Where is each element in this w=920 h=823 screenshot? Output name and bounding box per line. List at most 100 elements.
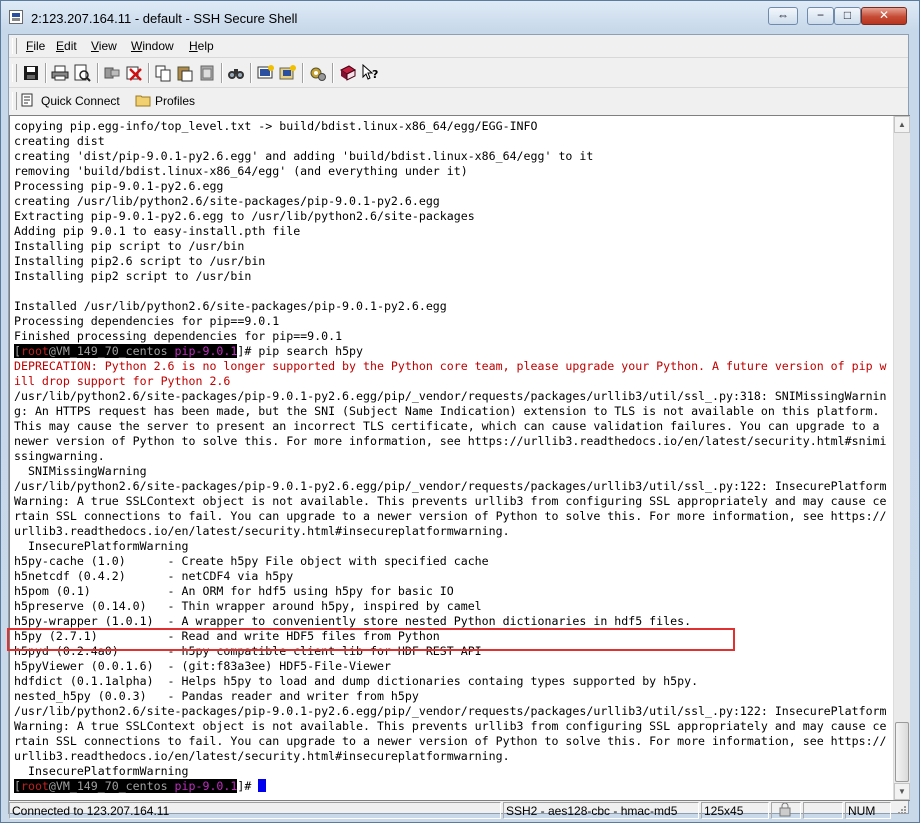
scroll-thumb[interactable]	[895, 722, 909, 782]
status-connection: Connected to 123.207.164.11	[9, 802, 501, 819]
delete-icon[interactable]	[125, 64, 143, 82]
terminal-line: DEPRECATION: Python 2.6 is no longer sup…	[14, 359, 887, 373]
new-file-transfer-icon[interactable]	[279, 64, 297, 82]
toolbar-separator	[97, 63, 99, 83]
status-empty	[803, 802, 843, 819]
menu-grip[interactable]	[12, 38, 17, 54]
status-lock-icon	[771, 802, 801, 819]
terminal-line: SNIMissingWarning	[14, 464, 147, 478]
toolbar-separator	[302, 63, 304, 83]
terminal-line: Warning: A true SSLContext object is not…	[14, 494, 887, 508]
copy-icon[interactable]	[154, 64, 172, 82]
terminal-line: Warning: A true SSLContext object is not…	[14, 719, 887, 733]
terminal-line: Installed /usr/lib/python2.6/site-packag…	[14, 299, 447, 313]
menu-edit-mnemonic: E	[56, 39, 65, 53]
vertical-scrollbar[interactable]: ▲ ▼	[893, 116, 910, 800]
terminal-line: /usr/lib/python2.6/site-packages/pip-9.0…	[14, 704, 887, 718]
menu-view-mnemonic: V	[91, 39, 99, 53]
terminal-line: ssingwarning.	[14, 449, 105, 463]
terminal-line: /usr/lib/python2.6/site-packages/pip-9.0…	[14, 389, 887, 403]
terminal-line: rtain SSL connections to fail. You can u…	[14, 734, 887, 748]
menu-help[interactable]: Help	[189, 39, 214, 53]
menu-window-mnemonic: W	[131, 39, 143, 53]
help-book-icon[interactable]	[339, 64, 357, 82]
terminal-line: Installing pip2.6 script to /usr/bin	[14, 254, 266, 268]
extra-caption-button[interactable]: ⇔	[768, 7, 798, 25]
menu-file[interactable]: File	[26, 39, 45, 53]
terminal-line: nested_h5py (0.0.3) - Pandas reader and …	[14, 689, 419, 703]
find-icon[interactable]	[227, 64, 245, 82]
quick-connect-label: Quick Connect	[41, 94, 120, 108]
highlight-box	[7, 628, 735, 651]
terminal-line: newer version of Python to solve this. F…	[14, 434, 887, 448]
window-title: 2:123.207.164.11 - default - SSH Secure …	[31, 11, 298, 26]
settings-icon[interactable]	[309, 64, 327, 82]
status-size: 125x45	[701, 802, 769, 819]
terminal-line: This may cause the server to present an …	[14, 419, 880, 433]
status-numlock: NUM	[845, 802, 891, 819]
menu-file-label: ile	[33, 39, 46, 53]
new-terminal-icon[interactable]	[257, 64, 275, 82]
print-icon[interactable]	[51, 64, 69, 82]
prompt-user: root	[20, 344, 49, 358]
status-bar: Connected to 123.207.164.11 SSH2 - aes12…	[9, 801, 909, 820]
terminal-line: ill drop support for Python 2.6	[14, 374, 231, 388]
paste-all-icon[interactable]	[198, 64, 216, 82]
app-icon[interactable]	[9, 10, 23, 24]
menu-window[interactable]: Window	[131, 39, 174, 53]
terminal-line: /usr/lib/python2.6/site-packages/pip-9.0…	[14, 479, 887, 493]
minimize-button[interactable]: −	[807, 7, 834, 25]
print-preview-icon[interactable]	[73, 64, 91, 82]
terminal-line: Processing dependencies for pip==9.0.1	[14, 314, 280, 328]
terminal-line: Extracting pip-9.0.1-py2.6.egg to /usr/l…	[14, 209, 475, 223]
paste-icon[interactable]	[176, 64, 194, 82]
close-button[interactable]: ✕	[861, 7, 907, 25]
menu-bar: File Edit View Window Help	[9, 35, 908, 58]
terminal-line: urllib3.readthedocs.io/en/latest/securit…	[14, 749, 510, 763]
shell-prompt: [root@VM_149_70_centos pip-9.0.1]# pip s…	[14, 344, 363, 359]
scroll-down-arrow-icon[interactable]: ▼	[894, 783, 910, 800]
menu-edit[interactable]: Edit	[56, 39, 77, 53]
resize-grip-icon[interactable]	[893, 802, 907, 819]
title-bar[interactable]: 2:123.207.164.11 - default - SSH Secure …	[1, 1, 919, 35]
shell-prompt: [root@VM_149_70_centos pip-9.0.1]#	[14, 779, 267, 794]
toolbar-separator	[148, 63, 150, 83]
menu-window-label: indow	[142, 39, 174, 53]
terminal-line: creating dist	[14, 134, 105, 148]
save-icon[interactable]	[22, 64, 40, 82]
terminal-line: h5pom (0.1) - An ORM for hdf5 using h5py…	[14, 584, 454, 598]
toolbar-separator	[250, 63, 252, 83]
toolbar-grip[interactable]	[12, 64, 17, 82]
prompt-open-bracket: [	[14, 344, 21, 358]
maximize-button[interactable]: □	[834, 7, 861, 25]
prompt-host: @VM_149_70_centos	[48, 779, 175, 793]
terminal-line: creating /usr/lib/python2.6/site-package…	[14, 194, 440, 208]
profiles-button[interactable]: Profiles	[135, 91, 195, 111]
terminal-line: InsecurePlatformWarning	[14, 539, 189, 553]
svg-text:?: ?	[372, 68, 378, 81]
quickbar-grip[interactable]	[12, 92, 17, 110]
scroll-up-arrow-icon[interactable]: ▲	[894, 116, 910, 133]
text-cursor	[258, 779, 267, 792]
terminal-line: InsecurePlatformWarning	[14, 764, 189, 778]
prompt-block: [root@VM_149_70_centos pip-9.0.1	[14, 344, 238, 358]
menu-help-label: elp	[197, 39, 214, 53]
terminal-line: h5netcdf (0.4.2) - netCDF4 via h5py	[14, 569, 294, 583]
terminal-line: copying pip.egg-info/top_level.txt -> bu…	[14, 119, 538, 133]
whats-this-icon[interactable]: ?	[361, 63, 379, 82]
disconnect-icon[interactable]	[103, 64, 121, 82]
profiles-label: Profiles	[155, 94, 196, 108]
terminal-line: g: An HTTPS request has been made, but t…	[14, 404, 880, 418]
menu-view[interactable]: View	[91, 39, 117, 53]
prompt-command: #	[244, 779, 259, 793]
terminal-line: urllib3.readthedocs.io/en/latest/securit…	[14, 524, 510, 538]
menu-help-mnemonic: H	[189, 39, 198, 53]
status-protocol: SSH2 - aes128-cbc - hmac-md5	[503, 802, 699, 819]
toolbar: ?	[9, 59, 908, 88]
menu-view-label: iew	[98, 39, 117, 53]
menu-edit-label: dit	[64, 39, 77, 53]
quick-connect-icon	[21, 93, 35, 107]
terminal-output[interactable]: copying pip.egg-info/top_level.txt -> bu…	[12, 117, 890, 798]
prompt-open-bracket: [	[14, 779, 21, 793]
quick-connect-button[interactable]: Quick Connect	[21, 91, 120, 111]
